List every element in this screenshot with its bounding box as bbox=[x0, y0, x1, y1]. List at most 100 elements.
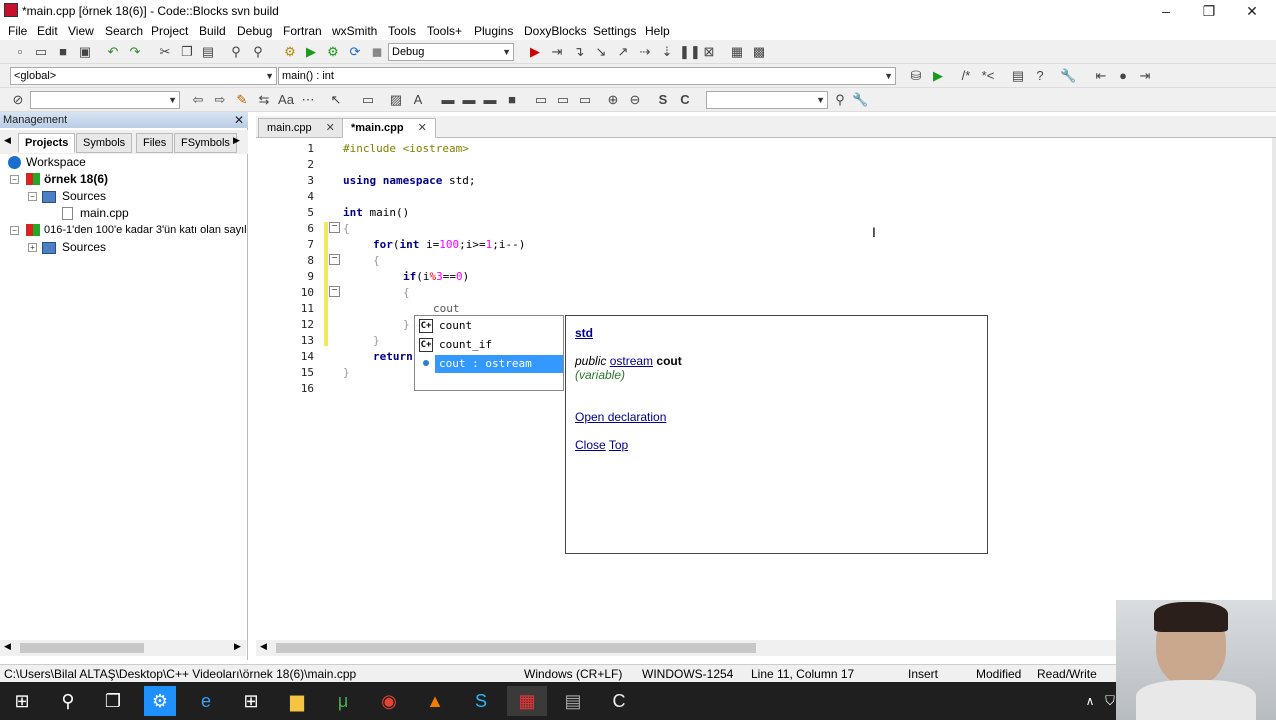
menu-view[interactable]: View bbox=[68, 24, 94, 38]
step-into-icon[interactable]: ↘ bbox=[593, 44, 609, 60]
step-out-icon[interactable]: ↗ bbox=[615, 44, 631, 60]
menu-doxyblocks[interactable]: DoxyBlocks bbox=[524, 24, 587, 38]
save-icon[interactable]: ■ bbox=[55, 44, 71, 60]
next-instruction-icon[interactable]: ⇢ bbox=[637, 44, 653, 60]
menu-wxsmith[interactable]: wxSmith bbox=[332, 24, 377, 38]
close-tab-icon[interactable]: ✕ bbox=[418, 122, 427, 134]
debug-start-icon[interactable]: ▶ bbox=[527, 44, 543, 60]
autocomplete-item-selected[interactable]: cout : ostream bbox=[435, 355, 563, 373]
search-go-icon[interactable]: ⚲ bbox=[832, 92, 848, 108]
function-select[interactable]: main() : int ▼ bbox=[278, 67, 896, 85]
scrollbar-thumb[interactable] bbox=[276, 643, 756, 653]
top-link[interactable]: Top bbox=[609, 438, 628, 452]
autocomplete-item[interactable]: C+ count_if bbox=[417, 336, 561, 354]
menu-settings[interactable]: Settings bbox=[593, 24, 636, 38]
frame-icon[interactable]: ▭ bbox=[555, 92, 571, 108]
scrollbar-thumb[interactable] bbox=[20, 643, 144, 653]
close-tab-icon[interactable]: ✕ bbox=[326, 122, 335, 134]
highlight-icon[interactable]: ✎ bbox=[234, 92, 250, 108]
cut-icon[interactable]: ✂ bbox=[157, 44, 173, 60]
doxy-extract-icon[interactable]: ▤ bbox=[1010, 68, 1026, 84]
pause-icon[interactable]: ❚❚ bbox=[679, 44, 701, 60]
autocomplete-list[interactable]: C+ count C+ count_if cout : ostream bbox=[414, 315, 564, 391]
maximize-button[interactable]: ❐ bbox=[1187, 0, 1231, 22]
bookmark-icon[interactable]: ● bbox=[1115, 68, 1131, 84]
menu-fortran[interactable]: Fortran bbox=[283, 24, 322, 38]
collapse-icon[interactable]: − bbox=[28, 192, 37, 201]
menu-file[interactable]: File bbox=[8, 24, 27, 38]
close-icon[interactable]: ✕ bbox=[234, 112, 244, 128]
chrome-icon[interactable]: ◉ bbox=[369, 686, 409, 716]
run-to-cursor-icon[interactable]: ⇥ bbox=[549, 44, 565, 60]
jump-back-icon[interactable]: ⇤ bbox=[1093, 68, 1109, 84]
build-target-select[interactable]: Debug ▼ bbox=[388, 43, 514, 61]
block-icon[interactable]: ■ bbox=[504, 92, 520, 108]
search-combo[interactable]: ▼ bbox=[30, 91, 180, 109]
menu-project[interactable]: Project bbox=[151, 24, 188, 38]
fold-icon[interactable]: − bbox=[329, 254, 340, 265]
close-window-button[interactable]: ✕ bbox=[1230, 0, 1274, 22]
frame-icon[interactable]: ▭ bbox=[533, 92, 549, 108]
build-and-run-icon[interactable]: ⚙ bbox=[325, 44, 341, 60]
find-icon[interactable]: ⚲ bbox=[228, 44, 244, 60]
tab-main-cpp-modified[interactable]: *main.cpp ✕ bbox=[342, 118, 436, 138]
collapse-icon[interactable]: − bbox=[10, 226, 19, 235]
step-instruction-icon[interactable]: ⇣ bbox=[659, 44, 675, 60]
clear-search-icon[interactable]: ⊘ bbox=[10, 92, 26, 108]
block-icon[interactable]: ▬ bbox=[461, 92, 477, 108]
abort-icon[interactable]: ◼ bbox=[369, 44, 385, 60]
scope-select[interactable]: <global> ▼ bbox=[10, 67, 277, 85]
codeblocks-taskbar-icon[interactable]: ▦ bbox=[507, 686, 547, 716]
redo-icon[interactable]: ↷ bbox=[127, 44, 143, 60]
image-icon[interactable]: ▨ bbox=[388, 92, 404, 108]
menu-debug[interactable]: Debug bbox=[237, 24, 272, 38]
block-icon[interactable]: ▬ bbox=[482, 92, 498, 108]
fold-icon[interactable]: − bbox=[329, 286, 340, 297]
copy-icon[interactable]: ❐ bbox=[179, 44, 195, 60]
jump-declaration-icon[interactable]: ⛁ bbox=[908, 68, 924, 84]
search-icon[interactable]: ⚲ bbox=[48, 686, 88, 716]
replace-text-icon[interactable]: ⇆ bbox=[256, 92, 272, 108]
menu-tools-plus[interactable]: Tools+ bbox=[427, 24, 462, 38]
fold-icon[interactable]: − bbox=[329, 222, 340, 233]
expand-icon[interactable]: + bbox=[28, 243, 37, 252]
tree-project-ornek[interactable]: − örnek 18(6) bbox=[10, 171, 246, 188]
menu-edit[interactable]: Edit bbox=[37, 24, 58, 38]
menu-search[interactable]: Search bbox=[105, 24, 143, 38]
rectangle-icon[interactable]: ▭ bbox=[360, 92, 376, 108]
frame-icon[interactable]: ▭ bbox=[577, 92, 593, 108]
scroll-left-icon[interactable]: ◀ bbox=[4, 641, 11, 652]
skype-icon[interactable]: S bbox=[461, 686, 501, 716]
search-previous-icon[interactable]: ⇦ bbox=[190, 92, 206, 108]
edge-browser-icon[interactable]: e bbox=[186, 686, 226, 716]
options-icon[interactable]: ⋯ bbox=[300, 92, 316, 108]
vlc-icon[interactable]: ▲ bbox=[415, 686, 455, 716]
tree-horizontal-scrollbar[interactable]: ◀ ▶ bbox=[0, 640, 246, 656]
tabs-scroll-left-icon[interactable]: ◀ bbox=[4, 135, 11, 146]
file-explorer-icon[interactable]: ▆ bbox=[277, 686, 317, 716]
task-view-icon[interactable]: ❐ bbox=[93, 686, 133, 716]
debug-windows-icon[interactable]: ▦ bbox=[729, 44, 745, 60]
scroll-right-icon[interactable]: ▶ bbox=[234, 641, 241, 652]
open-declaration-link[interactable]: Open declaration bbox=[575, 410, 666, 424]
editor-horizontal-scrollbar[interactable]: ◀ bbox=[256, 640, 1116, 656]
menu-plugins[interactable]: Plugins bbox=[474, 24, 513, 38]
collapse-icon[interactable]: − bbox=[10, 175, 19, 184]
regex-icon[interactable]: Aa bbox=[278, 92, 294, 108]
replace-icon[interactable]: ⚲ bbox=[250, 44, 266, 60]
minimize-button[interactable]: – bbox=[1144, 0, 1188, 22]
tab-files[interactable]: Files bbox=[136, 133, 174, 153]
notepad-icon[interactable]: ▤ bbox=[553, 686, 593, 716]
editor-vertical-scrollbar[interactable] bbox=[1272, 138, 1276, 660]
build-gear-icon[interactable]: ⚙ bbox=[282, 44, 298, 60]
start-button-icon[interactable]: ⊞ bbox=[2, 686, 42, 716]
uncomment-icon[interactable]: *< bbox=[980, 68, 996, 84]
run-icon[interactable]: ▶ bbox=[303, 44, 319, 60]
open-file-icon[interactable]: ▭ bbox=[33, 44, 49, 60]
replace-combo[interactable]: ▼ bbox=[706, 91, 828, 109]
search-settings-icon[interactable]: 🔧 bbox=[852, 92, 868, 108]
console-app-icon[interactable]: C bbox=[599, 686, 639, 716]
various-info-icon[interactable]: ▩ bbox=[751, 44, 767, 60]
undo-icon[interactable]: ↶ bbox=[105, 44, 121, 60]
select-cursor-icon[interactable]: ↖ bbox=[328, 92, 344, 108]
